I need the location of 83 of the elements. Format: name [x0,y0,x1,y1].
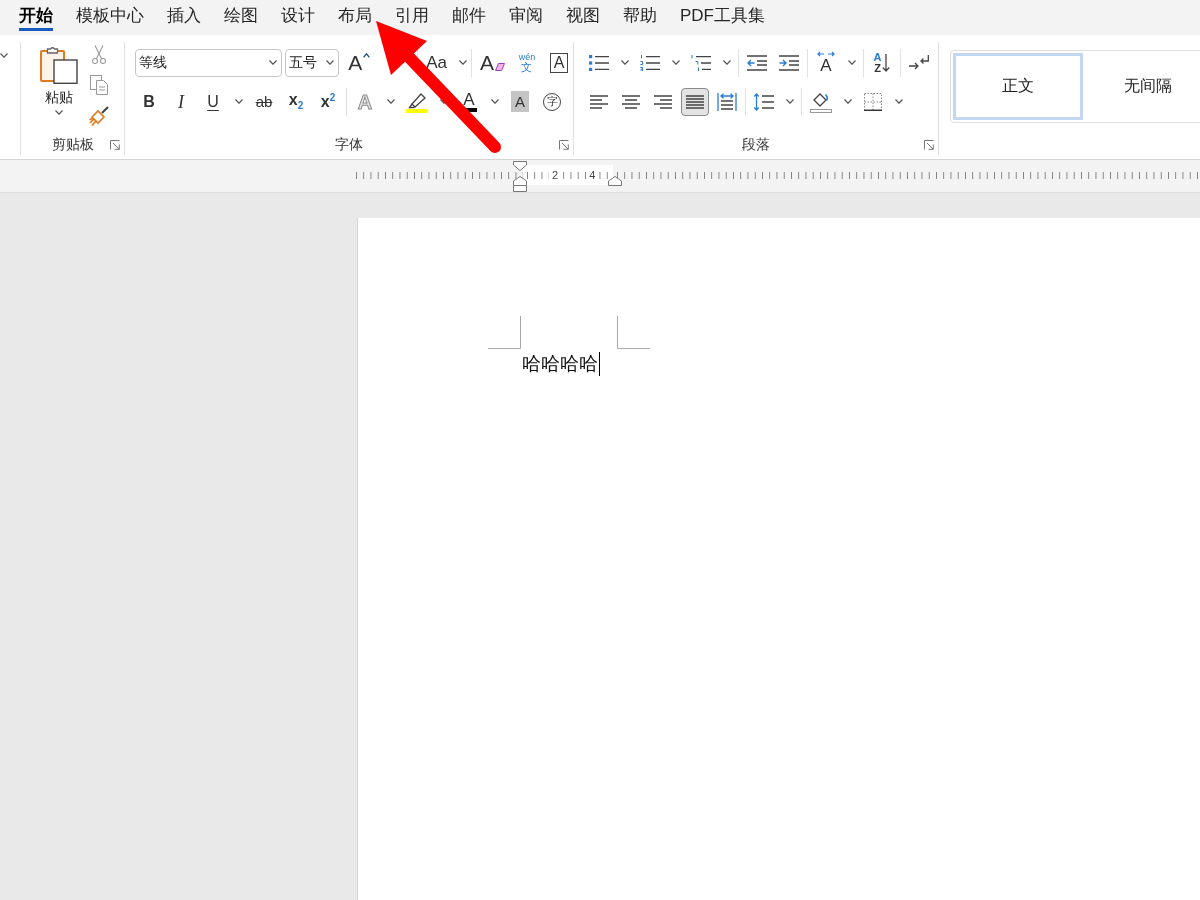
corner-mark-icon [617,316,650,349]
strikethrough-button[interactable]: ab [250,87,278,116]
corner-mark-icon [488,316,521,349]
chevron-down-icon[interactable] [786,99,794,104]
clear-format-button[interactable]: A [475,48,509,77]
chevron-down-icon[interactable] [268,60,277,65]
italic-button[interactable]: I [167,87,195,116]
character-shading-button[interactable]: A [506,87,534,116]
dialog-launcher-icon[interactable] [559,140,569,150]
ribbon-tab[interactable]: 布局 [338,0,372,31]
right-indent-marker-icon[interactable] [608,176,622,186]
chevron-down-icon[interactable] [723,60,731,65]
borders-grid-icon [864,92,882,111]
style-option[interactable]: 无间隔 [1083,53,1200,120]
grow-font-button[interactable]: A [344,48,375,77]
ribbon-tab[interactable]: 审阅 [509,0,543,31]
font-name-dropdown[interactable]: 等线 [135,48,282,77]
chevron-down-icon[interactable] [0,53,8,58]
bulleted-list-icon [589,54,609,71]
chevron-down-icon[interactable] [844,99,852,104]
scissors-icon[interactable] [92,45,106,64]
chevron-down-icon[interactable] [895,99,903,104]
ribbon-tab[interactable]: PDF工具集 [680,0,765,31]
document-text: 哈哈哈哈 [522,352,598,376]
chevron-down-icon[interactable] [459,60,467,65]
chevron-down-icon[interactable] [326,60,335,65]
paste-button[interactable]: 粘贴 [34,45,84,116]
caret-up-icon [363,53,371,58]
text-cursor [599,352,600,376]
align-center-icon [622,94,640,109]
enclose-character-button[interactable]: 字 [538,87,566,116]
decrease-indent-icon [747,54,767,71]
align-right-icon [654,94,672,109]
dialog-launcher-icon[interactable] [110,140,120,150]
font-color-button[interactable]: A [455,87,483,116]
chevron-down-icon[interactable] [440,99,448,104]
ribbon-tab[interactable]: 开始 [19,0,53,31]
ribbon-tab[interactable]: 帮助 [623,0,657,31]
chevron-down-icon[interactable] [672,60,680,65]
phonetic-guide-button[interactable]: wén 文 [513,48,541,77]
group-label: 字体 [335,136,363,154]
chevron-down-icon[interactable] [491,99,499,104]
align-left-icon [590,94,608,109]
dialog-launcher-icon[interactable] [924,140,934,150]
distribute-icon [717,92,737,111]
group-label: 段落 [742,136,770,154]
group-label: 剪贴板 [51,136,94,154]
eraser-icon [495,63,505,71]
subscript-button[interactable]: x$_{2}$ [282,87,310,116]
chevron-down-icon[interactable] [621,60,629,65]
line-spacing-icon [754,92,774,111]
ribbon-tab[interactable]: 绘图 [224,0,258,31]
bold-button[interactable]: B [135,87,163,116]
ribbon-tab[interactable]: 插入 [167,0,201,31]
numbered-list-icon [640,54,660,71]
left-indent-marker-icon[interactable] [513,176,527,192]
sort-button[interactable]: A Z [868,48,896,77]
chevron-down-icon[interactable] [55,110,63,115]
superscript-button[interactable]: x$^{2}$ [314,87,342,116]
justify-button[interactable] [681,87,709,116]
ribbon-tab[interactable]: 视图 [566,0,600,31]
ribbon-tab[interactable]: 邮件 [452,0,486,31]
text-direction-button[interactable]: A [812,48,840,77]
increase-indent-icon [779,54,799,71]
ribbon-tab[interactable]: 设计 [281,0,315,31]
font-size-dropdown[interactable]: 五号 [284,48,340,77]
ribbon-tab[interactable]: 引用 [395,0,429,31]
paintbrush-icon[interactable] [89,106,109,126]
underline-button[interactable]: U [199,87,227,116]
chevron-down-icon[interactable] [387,99,395,104]
paragraph-marks-icon [909,54,929,71]
chevron-down-icon[interactable] [848,60,856,65]
style-option[interactable]: 正文 [953,53,1083,120]
chevron-down-icon[interactable] [235,99,243,104]
copy-icon[interactable] [90,75,108,95]
clipboard-icon [40,46,78,84]
multilevel-list-icon [691,54,711,71]
down-arrow-icon [882,53,891,72]
justify-icon [686,94,704,109]
ribbon-tab[interactable]: 模板中心 [76,0,144,31]
double-arrow-icon [817,51,835,57]
change-case-button[interactable]: Aa [422,48,451,77]
ruler-number: 4 [586,169,599,181]
